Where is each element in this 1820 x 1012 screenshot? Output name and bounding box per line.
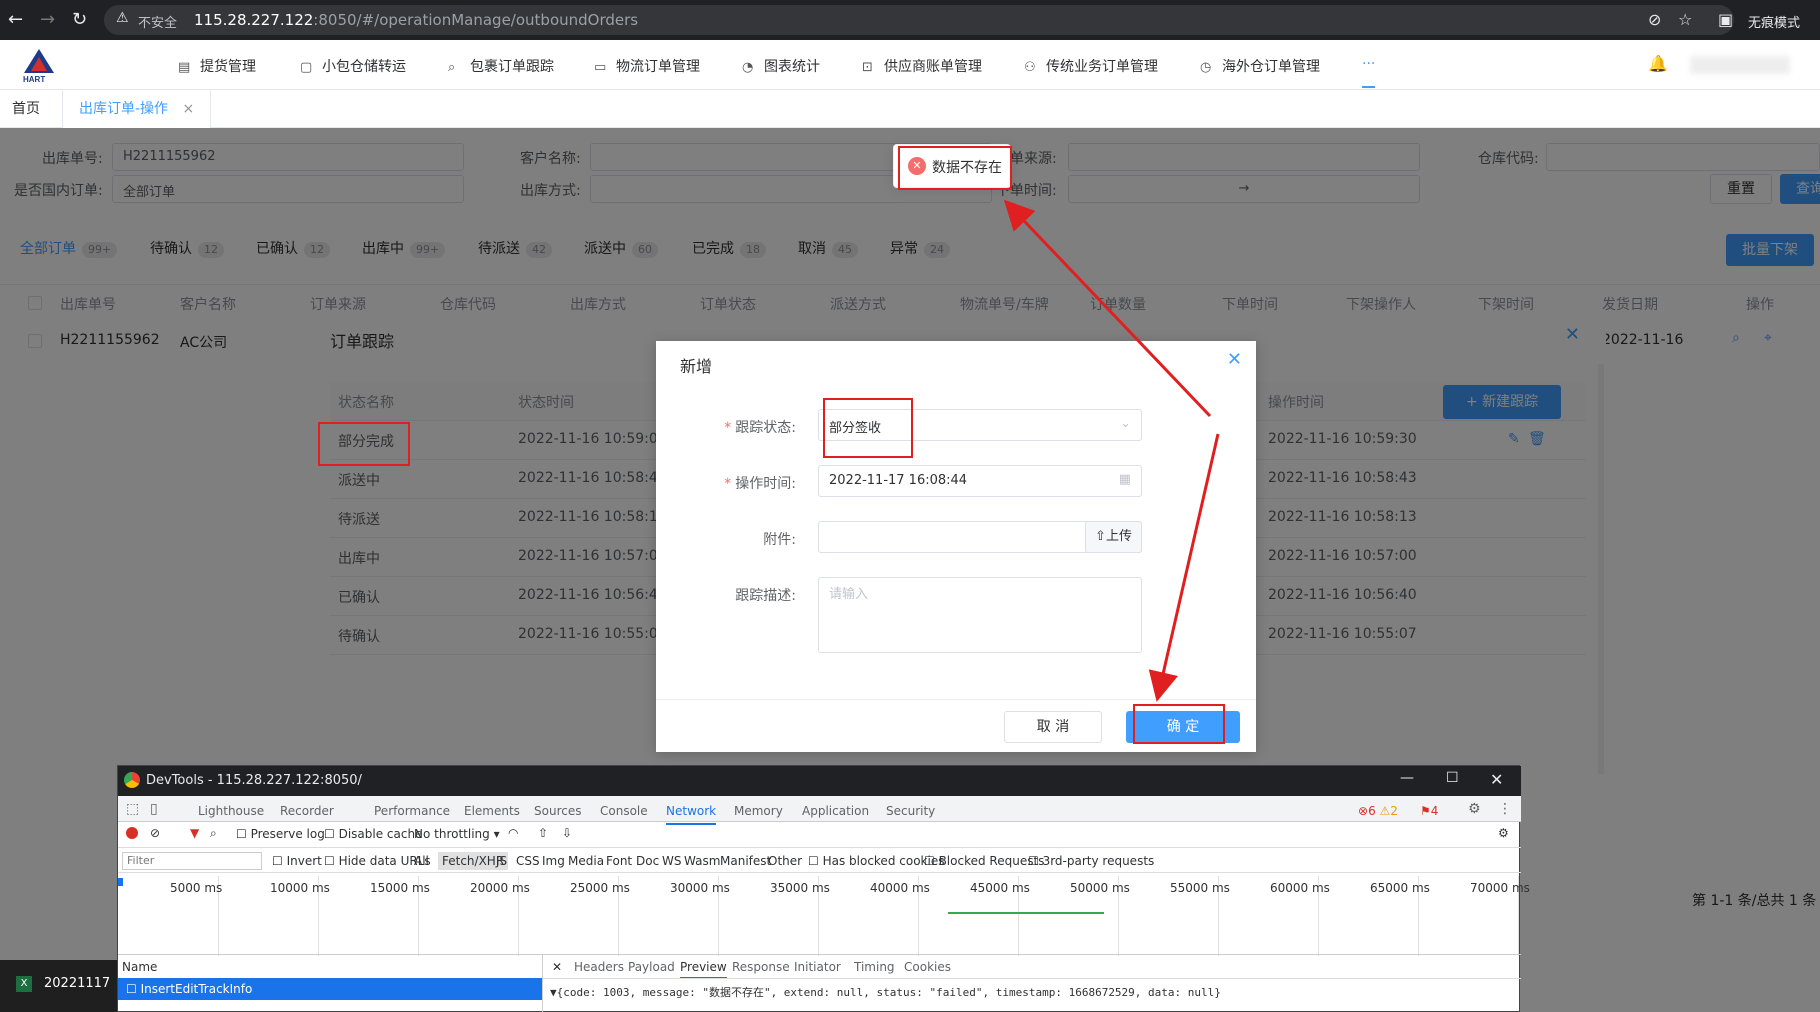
excel-icon: X: [16, 976, 32, 992]
filter-font[interactable]: Font: [606, 854, 632, 868]
dt-tab-performance[interactable]: Performance: [374, 804, 450, 818]
filter-manifest[interactable]: Manifest: [720, 854, 771, 868]
taskbar: X 20221117: [0, 960, 117, 1012]
dt-tab-elements[interactable]: Elements: [464, 804, 520, 818]
blocked-requests-checkbox[interactable]: ☐ Blocked Requests: [924, 854, 1044, 868]
detail-tab-headers[interactable]: Headers: [574, 960, 624, 974]
clear-icon[interactable]: ⊘: [150, 826, 160, 840]
timeline-tick-label: 65000 ms: [1370, 881, 1430, 895]
panel-split[interactable]: [542, 955, 543, 1012]
dt-tab-memory[interactable]: Memory: [734, 804, 783, 818]
timeline-tick-label: 45000 ms: [970, 881, 1030, 895]
filter-all[interactable]: All: [414, 854, 429, 868]
timeline-tick-label: 5000 ms: [170, 881, 223, 895]
maximize-icon[interactable]: ☐: [1446, 770, 1459, 786]
response-preview[interactable]: ▼{code: 1003, message: "数据不存在", extend: …: [550, 984, 1221, 1000]
invert-checkbox[interactable]: ☐ Invert: [272, 854, 322, 868]
timeline-tick-label: 10000 ms: [270, 881, 330, 895]
request-bar-green: [948, 912, 1104, 914]
taskbar-file[interactable]: 20221117: [44, 976, 116, 991]
filter-img[interactable]: Img: [542, 854, 565, 868]
close-icon[interactable]: ✕: [1490, 770, 1503, 789]
dt-tab-sources[interactable]: Sources: [534, 804, 581, 818]
error-count[interactable]: ⊗6 ⚠2: [1358, 804, 1398, 818]
close-detail-icon[interactable]: ✕: [552, 960, 562, 974]
minimize-icon[interactable]: —: [1400, 770, 1414, 786]
detail-tab-preview[interactable]: Preview: [680, 960, 727, 979]
filter-doc[interactable]: Doc: [636, 854, 659, 868]
devtools-title: DevTools - 115.28.227.122:8050/: [146, 773, 362, 788]
request-row[interactable]: ☐ InsertEditTrackInfo: [118, 978, 542, 1000]
timeline-tick-label: 55000 ms: [1170, 881, 1230, 895]
timeline-tick-label: 70000 ms: [1470, 881, 1530, 895]
filter-other[interactable]: Other: [768, 854, 802, 868]
settings-icon[interactable]: ⚙: [1468, 801, 1481, 817]
wifi-icon[interactable]: ◠: [508, 826, 518, 840]
overview-top-border: [118, 872, 1521, 873]
timeline-tick-label: 25000 ms: [570, 881, 630, 895]
timeline-tick-label: 30000 ms: [670, 881, 730, 895]
filter-input[interactable]: Filter: [122, 852, 262, 870]
detail-tab-cookies[interactable]: Cookies: [904, 960, 951, 974]
timeline-tick-label: 60000 ms: [1270, 881, 1330, 895]
settings-icon[interactable]: ⚙: [1498, 826, 1509, 840]
list-top-border: [118, 954, 1521, 955]
filter-icon[interactable]: ▼: [190, 826, 199, 840]
request-bar-start: [118, 878, 123, 886]
throttling-select[interactable]: No throttling ▾: [414, 827, 500, 841]
devtools-titlebar: DevTools - 115.28.227.122:8050/ — ☐ ✕: [118, 766, 1521, 796]
filter-wasm[interactable]: Wasm: [684, 854, 720, 868]
inspect-icon[interactable]: ⬚: [126, 801, 139, 817]
chrome-icon: [124, 772, 140, 788]
detail-tab-initiator[interactable]: Initiator: [794, 960, 841, 974]
detail-divider: [543, 978, 1521, 979]
filter-media[interactable]: Media: [568, 854, 604, 868]
disable-cache-checkbox[interactable]: ☐ Disable cache: [324, 827, 422, 841]
upload-icon[interactable]: ⇧: [538, 826, 548, 840]
dt-tab-application[interactable]: Application: [802, 804, 869, 818]
detail-tab-timing[interactable]: Timing: [854, 960, 895, 974]
timeline-tick-label: 20000 ms: [470, 881, 530, 895]
timeline-tick-label: 40000 ms: [870, 881, 930, 895]
dt-tab-recorder[interactable]: Recorder: [280, 804, 334, 818]
record-icon[interactable]: [126, 827, 138, 839]
issues-count[interactable]: ⚑4: [1420, 804, 1438, 818]
devtools-window: DevTools - 115.28.227.122:8050/ — ☐ ✕ ⬚ …: [117, 765, 1530, 1012]
timeline-tick-label: 50000 ms: [1070, 881, 1130, 895]
filter-js[interactable]: JS: [496, 854, 507, 868]
detail-tab-response[interactable]: Response: [732, 960, 790, 974]
search-icon[interactable]: ⌕: [210, 826, 217, 841]
dt-tab-console[interactable]: Console: [600, 804, 648, 818]
third-party-checkbox[interactable]: ☐ 3rd-party requests: [1028, 854, 1154, 868]
filter-css[interactable]: CSS: [516, 854, 540, 868]
more-icon[interactable]: ⋮: [1498, 801, 1512, 817]
filter-ws[interactable]: WS: [662, 854, 681, 868]
name-column-header: Name: [122, 960, 158, 974]
preserve-log-checkbox[interactable]: ☐ Preserve log: [236, 827, 325, 841]
detail-tab-payload[interactable]: Payload: [628, 960, 675, 974]
timeline-tick-label: 35000 ms: [770, 881, 830, 895]
device-icon[interactable]: ▯: [150, 801, 158, 817]
download-icon[interactable]: ⇩: [562, 826, 572, 840]
dt-tab-lighthouse[interactable]: Lighthouse: [198, 804, 264, 818]
dt-tab-security[interactable]: Security: [886, 804, 935, 818]
timeline-tick-label: 15000 ms: [370, 881, 430, 895]
